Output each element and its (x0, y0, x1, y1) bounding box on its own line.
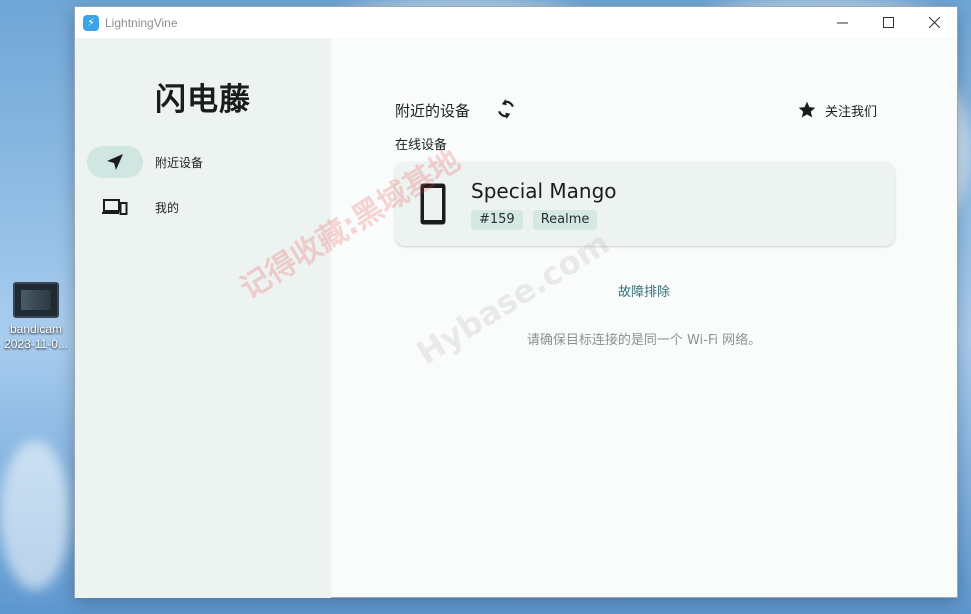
troubleshoot-label: 故障排除 (617, 285, 670, 300)
minimize-button[interactable] (819, 7, 865, 38)
device-name: Special Mango (471, 179, 617, 203)
device-tags: #159 Realme (471, 210, 607, 230)
desktop-shortcut-label: bandicam (9, 322, 63, 336)
navigation-arrow-icon (107, 154, 123, 170)
window-title: LightningVine (105, 15, 178, 30)
smartphone-icon (420, 183, 446, 225)
sidebar-item-label: 我的 (155, 200, 180, 215)
main-content: 附近的设备 关注我们 在线设备 Special Mango #159 Realm… (331, 38, 957, 598)
follow-us-button[interactable]: 关注我们 (797, 100, 877, 120)
device-brand-tag: Realme (532, 210, 598, 230)
follow-us-label: 关注我们 (824, 104, 877, 120)
title-bar[interactable]: ⚡ LightningVine (75, 7, 957, 38)
desktop-shortcut-bandicam[interactable]: bandicam 2023-11-0... (0, 282, 72, 352)
desktop-shortcut-date: 2023-11-0... (4, 337, 68, 351)
refresh-icon[interactable] (495, 98, 517, 120)
sidebar-item-mine[interactable]: 我的 (87, 190, 319, 224)
nav-pill (87, 191, 143, 223)
network-hint: 请确保目标连接的是同一个 Wi-Fi 网络。 (526, 333, 762, 348)
nav-pill (87, 146, 143, 178)
close-button[interactable] (911, 7, 957, 38)
devices-icon (102, 199, 128, 215)
window-controls (819, 7, 957, 38)
section-title: 附近的设备 (395, 102, 471, 120)
maximize-button[interactable] (865, 7, 911, 38)
sidebar-item-nearby[interactable]: 附近设备 (87, 145, 319, 179)
app-window: ⚡ LightningVine 闪电藤 附近设备 我的 附近的设备 关注我们 在… (74, 6, 958, 598)
online-devices-heading: 在线设备 (395, 138, 448, 153)
cloud (0, 440, 70, 590)
minimize-icon (836, 22, 848, 24)
video-file-icon (13, 282, 59, 318)
sidebar-item-label: 附近设备 (155, 155, 204, 170)
lightning-icon: ⚡ (83, 14, 99, 31)
troubleshoot-link[interactable]: 故障排除 (331, 281, 957, 300)
device-card[interactable]: Special Mango #159 Realme (395, 162, 895, 246)
star-icon (798, 101, 816, 118)
app-brand: 闪电藤 (155, 82, 251, 118)
close-icon (928, 17, 940, 28)
maximize-icon (882, 17, 894, 28)
device-id-tag: #159 (471, 210, 523, 230)
sidebar: 闪电藤 附近设备 我的 (75, 38, 331, 598)
